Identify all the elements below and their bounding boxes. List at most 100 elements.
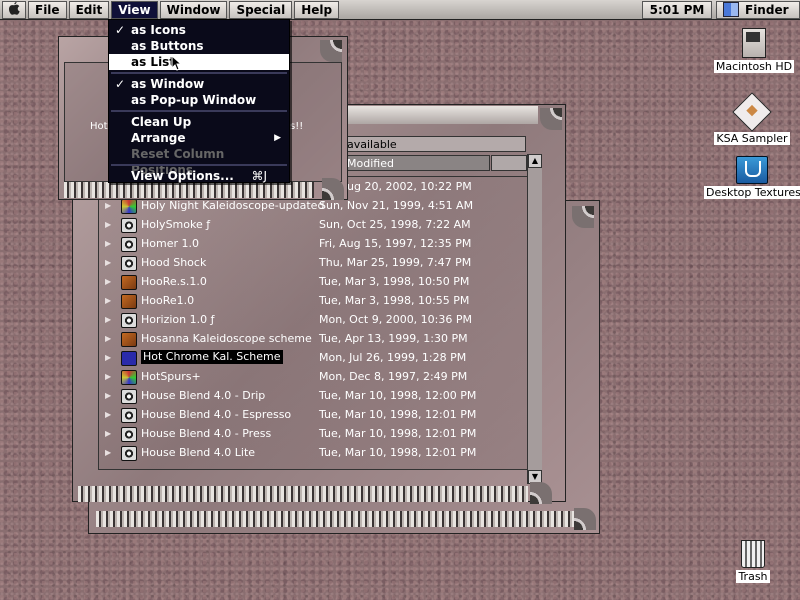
- menu-item-as-window[interactable]: ✓ as Window: [109, 76, 289, 92]
- window-back-zoom-corner[interactable]: [572, 206, 594, 228]
- ksa-file-icon: [121, 313, 137, 328]
- list-item[interactable]: ▶ HolySmoke ƒ Sun, Oct 25, 1998, 7:22 AM: [99, 215, 527, 234]
- file-name[interactable]: House Blend 4.0 - Espresso: [141, 405, 291, 424]
- disclosure-triangle-icon[interactable]: ▶: [105, 253, 111, 272]
- menu-item-label: Arrange: [131, 131, 186, 145]
- file-name[interactable]: House Blend 4.0 - Press: [141, 424, 271, 443]
- disclosure-triangle-icon[interactable]: ▶: [105, 367, 111, 386]
- file-name[interactable]: House Blend 4.0 - Drip: [141, 386, 265, 405]
- menu-item-as-buttons[interactable]: as Buttons: [109, 38, 289, 54]
- application-menu[interactable]: Finder: [716, 0, 800, 19]
- apple-menu[interactable]: [2, 0, 26, 19]
- file-modified-date: Mon, Dec 8, 1997, 2:49 PM: [319, 370, 468, 383]
- disclosure-triangle-icon[interactable]: ▶: [105, 424, 111, 443]
- list-item[interactable]: ▶ HooRe1.0 Tue, Mar 3, 1998, 10:55 PM: [99, 291, 527, 310]
- menu-item-label: as Icons: [131, 23, 186, 37]
- menu-item-reset-column-positions: Reset Column Positions: [109, 146, 289, 177]
- window-front-bottom-edge[interactable]: [64, 182, 314, 198]
- file-name[interactable]: Hot Chrome Kal. Scheme: [141, 350, 283, 364]
- list-item[interactable]: ▶ House Blend 4.0 - Espresso Tue, Mar 10, …: [99, 405, 527, 424]
- menu-item-shortcut: ⌘J: [251, 169, 267, 183]
- ksa-file-icon: [121, 218, 137, 233]
- column-header-extra[interactable]: [491, 155, 527, 171]
- submenu-arrow-icon: ▶: [274, 133, 281, 143]
- window-main-grow-box[interactable]: [530, 482, 552, 504]
- menu-view[interactable]: View: [111, 0, 158, 19]
- desktop-icon-label: KSA Sampler: [714, 132, 790, 145]
- application-menu-label: Finder: [745, 2, 789, 17]
- menu-item-as-list[interactable]: as List: [109, 54, 289, 71]
- list-item[interactable]: ▶ House Blend 4.0 - Press Tue, Mar 10, 199…: [99, 424, 527, 443]
- window-main-zoom-corner[interactable]: [540, 108, 562, 130]
- list-item[interactable]: ▶ Hosanna Kaleidoscope scheme Tue, Apr 13,…: [99, 329, 527, 348]
- menu-item-label: as Buttons: [131, 39, 204, 53]
- file-name[interactable]: Hosanna Kaleidoscope scheme: [141, 329, 312, 348]
- ksa-file-icon: [121, 427, 137, 442]
- scroll-up-button[interactable]: ▲: [528, 154, 542, 168]
- list-item[interactable]: ▶ Horizion 1.0 ƒ Mon, Oct 9, 2000, 10:36 P…: [99, 310, 527, 329]
- window-front-grow-box[interactable]: [322, 178, 344, 200]
- ksa-file-icon: [121, 446, 137, 461]
- menu-file[interactable]: File: [28, 0, 67, 19]
- finder-icon: [723, 2, 739, 17]
- menu-help[interactable]: Help: [294, 0, 340, 19]
- file-modified-date: ug 20, 2002, 10:22 PM: [347, 180, 472, 193]
- list-item[interactable]: ▶ HotSpurs+ Mon, Dec 8, 1997, 2:49 PM: [99, 367, 527, 386]
- list-item[interactable]: ▶ HooRe.s.1.0 Tue, Mar 3, 1998, 10:50 PM: [99, 272, 527, 291]
- list-item[interactable]: ▶ Hood Shock Thu, Mar 25, 1999, 7:47 PM: [99, 253, 527, 272]
- list-item[interactable]: ▶ Homer 1.0 Fri, Aug 15, 1997, 12:35 PM: [99, 234, 527, 253]
- menu-item-as-icons[interactable]: ✓ as Icons: [109, 22, 289, 38]
- vertical-scrollbar[interactable]: ▲ ▼: [527, 154, 542, 484]
- menu-window[interactable]: Window: [159, 0, 228, 19]
- file-name[interactable]: HotSpurs+: [141, 367, 201, 386]
- disclosure-triangle-icon[interactable]: ▶: [105, 386, 111, 405]
- desktop-icon-macintosh-hd[interactable]: Macintosh HD: [712, 28, 796, 73]
- menu-item-view-options[interactable]: View Options... ⌘J: [109, 168, 289, 184]
- disclosure-triangle-icon[interactable]: ▶: [105, 310, 111, 329]
- list-item[interactable]: ▶ House Blend 4.0 - Drip Tue, Mar 10, 1998…: [99, 386, 527, 405]
- menu-item-arrange[interactable]: Arrange ▶: [109, 130, 289, 146]
- window-back-bottom-edge[interactable]: [96, 511, 576, 527]
- file-name[interactable]: Homer 1.0: [141, 234, 199, 253]
- menu-edit[interactable]: Edit: [68, 0, 110, 19]
- desktop-icon-ksa-sampler[interactable]: KSA Sampler: [712, 92, 792, 145]
- window-back-grow-box[interactable]: [574, 508, 596, 530]
- disclosure-triangle-icon[interactable]: ▶: [105, 291, 111, 310]
- menu-item-as-popup-window[interactable]: as Pop-up Window: [109, 92, 289, 108]
- list-item[interactable]: ▶ Hot Chrome Kal. Scheme Mon, Jul 26, 1999…: [99, 348, 527, 367]
- desktop-icon-desktop-textures[interactable]: Desktop Textures: [704, 156, 800, 199]
- disclosure-triangle-icon[interactable]: ▶: [105, 272, 111, 291]
- disclosure-triangle-icon[interactable]: ▶: [105, 443, 111, 462]
- disclosure-triangle-icon[interactable]: ▶: [105, 329, 111, 348]
- disclosure-triangle-icon[interactable]: ▶: [105, 348, 111, 367]
- menu-item-label: View Options...: [131, 169, 234, 183]
- desktop-icon-trash[interactable]: Trash: [730, 540, 776, 583]
- file-list[interactable]: ▶ug 20, 2002, 10:22 PM▶Holy Night Kaleid…: [98, 176, 528, 470]
- disclosure-triangle-icon[interactable]: ▶: [105, 234, 111, 253]
- disclosure-triangle-icon[interactable]: ▶: [105, 215, 111, 234]
- file-name[interactable]: Horizion 1.0 ƒ: [141, 310, 214, 329]
- file-name[interactable]: Hood Shock: [141, 253, 206, 272]
- window-front-zoom-corner[interactable]: [320, 40, 342, 62]
- window-main-bottom-edge[interactable]: [78, 486, 528, 502]
- file-name[interactable]: HooRe1.0: [141, 291, 194, 310]
- disclosure-triangle-icon[interactable]: ▶: [105, 405, 111, 424]
- ksa-file-icon: [121, 237, 137, 252]
- multi-file-icon: [121, 199, 137, 214]
- file-modified-date: Mon, Oct 9, 2000, 10:36 PM: [319, 313, 473, 326]
- trash-icon: [741, 540, 765, 568]
- file-name[interactable]: House Blend 4.0 Lite: [141, 443, 255, 462]
- menu-item-label: as List: [131, 55, 176, 69]
- kal-file-icon: [121, 275, 137, 290]
- window-front-behind-text-right: s!!: [290, 121, 304, 132]
- list-item[interactable]: ▶ House Blend 4.0 Lite Tue, Mar 10, 1998, …: [99, 443, 527, 462]
- menu-clock[interactable]: 5:01 PM: [642, 0, 712, 19]
- file-modified-date: Tue, Mar 10, 1998, 12:01 PM: [319, 408, 477, 421]
- menu-special[interactable]: Special: [229, 0, 293, 19]
- file-modified-date: Tue, Mar 10, 1998, 12:00 PM: [319, 389, 477, 402]
- file-modified-date: Fri, Aug 15, 1997, 12:35 PM: [319, 237, 472, 250]
- file-name[interactable]: HooRe.s.1.0: [141, 272, 207, 291]
- menu-item-clean-up[interactable]: Clean Up: [109, 114, 289, 130]
- file-name[interactable]: HolySmoke ƒ: [141, 215, 210, 234]
- ksa-file-icon: [121, 256, 137, 271]
